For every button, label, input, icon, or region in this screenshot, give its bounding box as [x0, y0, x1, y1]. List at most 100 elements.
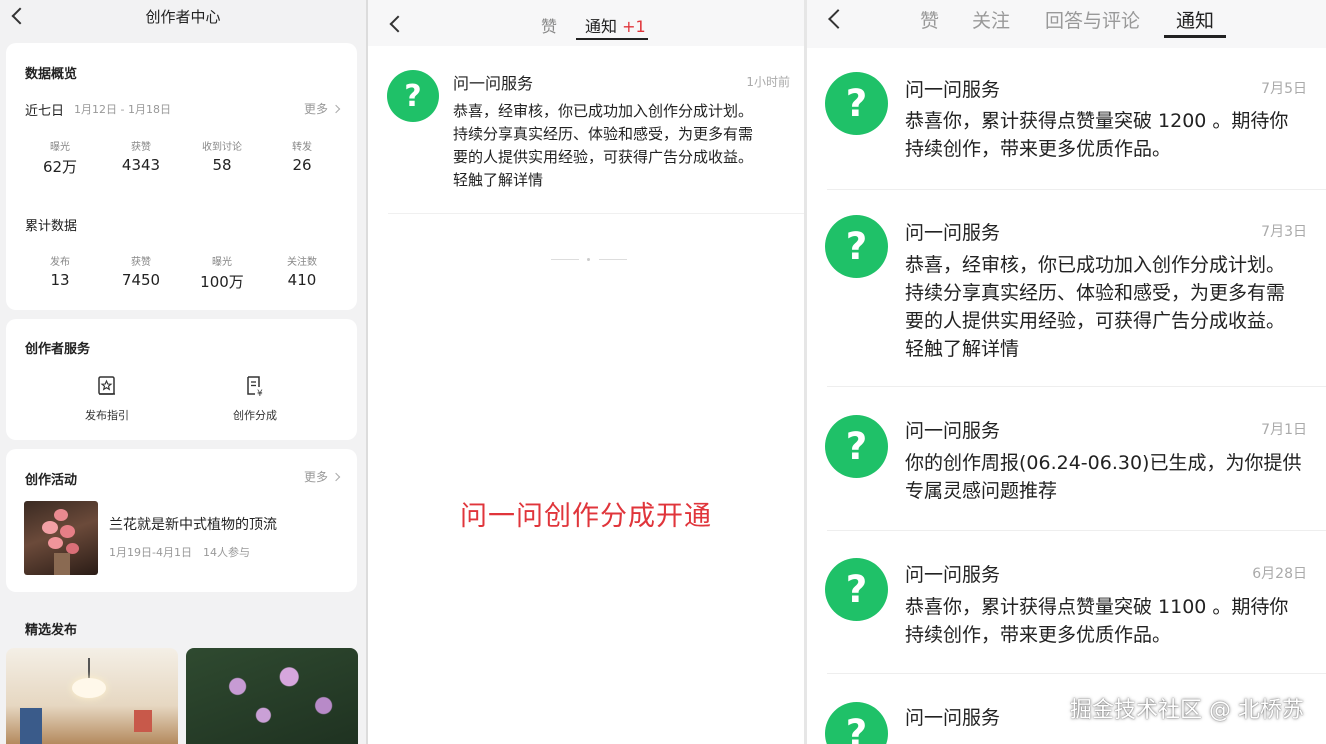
notification-sender: 问一问服务 [905, 564, 1001, 586]
notification-body: 恭喜你，累计获得点赞量突破 1100 。期待你 持续创作，带来更多优质作品。 [905, 593, 1315, 649]
stat-label: 曝光 [50, 142, 70, 153]
tab-bar: 赞 关注 回答与评论 通知 [807, 0, 1326, 48]
stat-value[interactable]: 410 [262, 271, 342, 289]
activity-heading: 创作活动 [25, 473, 78, 488]
tab-label: 通知 [585, 17, 618, 36]
stat-label: 曝光 [212, 257, 232, 268]
notification-body: 恭喜，经审核，你已成功加入创作分成计划。 持续分享真实经历、体验和感受，为更多有… [905, 251, 1315, 363]
back-arrow-icon[interactable] [828, 9, 848, 29]
stat-value[interactable]: 100万 [182, 271, 262, 292]
stat-value[interactable]: 7450 [101, 271, 181, 289]
services-heading: 创作者服务 [25, 342, 91, 357]
stat-label: 获赞 [131, 142, 151, 153]
chevron-right-icon [331, 104, 341, 114]
stat-value[interactable]: 13 [20, 271, 100, 289]
notification-time: 1小时前 [746, 75, 790, 89]
service-avatar: ? [825, 558, 888, 621]
overview-more-link[interactable]: 更多 [303, 100, 341, 117]
featured-heading: 精选发布 [25, 623, 78, 638]
publish-guide-button[interactable]: 发布指引 [62, 375, 152, 423]
stat-value[interactable]: 4343 [101, 156, 181, 174]
tab-notifications[interactable]: 通知 +1 [585, 13, 646, 37]
data-overview-card: 数据概览 近七日 1月12日 - 1月18日 更多 曝光 获赞 收到讨论 转发 … [6, 43, 357, 310]
notification-item[interactable]: ? 问一问服务 7月5日 恭喜你，累计获得点赞量突破 1200 。期待你 持续创… [807, 48, 1326, 190]
tab-likes[interactable]: 赞 [541, 13, 557, 37]
service-avatar: ? [825, 215, 888, 278]
tab-likes[interactable]: 赞 [920, 6, 939, 33]
notification-item[interactable]: ? 问一问服务 1小时前 恭喜，经审核，你已成功加入创作分成计划。 持续分享真实… [368, 46, 804, 214]
active-tab-indicator [576, 38, 648, 40]
notification-body: 你的创作周报(06.24-06.30)已生成，为你提供 专属灵感问题推荐 [905, 449, 1315, 505]
stat-label: 获赞 [131, 257, 151, 268]
body-line: 要的人提供实用经验，可获得广告分成收益。 [905, 310, 1286, 332]
body-line: 持续创作，带来更多优质作品。 [905, 138, 1172, 160]
question-mark-icon: ? [845, 82, 868, 125]
activity-participants: 14人参与 [203, 546, 250, 559]
notification-sender: 问一问服务 [453, 74, 534, 93]
body-line: 恭喜你，累计获得点赞量突破 1100 。期待你 [905, 596, 1289, 618]
watermark: 掘金技术社区 @ 北桥苏 [1070, 698, 1304, 723]
notification-sender: 问一问服务 [905, 420, 1001, 442]
total-heading: 累计数据 [25, 219, 78, 234]
notification-list-panel: 赞 关注 回答与评论 通知 ? 问一问服务 7月5日 恭喜你，累计获得点赞量突破… [807, 0, 1326, 744]
stat-label: 收到讨论 [202, 142, 242, 153]
back-arrow-icon[interactable] [389, 15, 407, 33]
period-range: 1月12日 - 1月18日 [74, 103, 171, 116]
page-title: 创作者中心 [145, 8, 221, 26]
tab-label: 赞 [541, 17, 558, 36]
notification-item[interactable]: ? 问一问服务 7月1日 你的创作周报(06.24-06.30)已生成，为你提供… [807, 387, 1326, 531]
notification-item[interactable]: ? 问一问服务 6月28日 恭喜你，累计获得点赞量突破 1100 。期待你 持续… [807, 531, 1326, 674]
notification-body: 恭喜你，累计获得点赞量突破 1200 。期待你 持续创作，带来更多优质作品。 [905, 107, 1315, 163]
stat-label: 发布 [50, 257, 70, 268]
chevron-right-icon [331, 472, 341, 482]
service-avatar: ? [825, 72, 888, 135]
body-line: 恭喜你，累计获得点赞量突破 1200 。期待你 [905, 110, 1289, 132]
body-line: 要的人提供实用经验，可获得广告分成收益。 [453, 148, 754, 166]
notification-body: 恭喜，经审核，你已成功加入创作分成计划。 持续分享真实经历、体验和感受，为更多有… [453, 100, 798, 192]
notification-sender: 问一问服务 [905, 79, 1001, 101]
featured-image-interior[interactable] [6, 648, 178, 744]
notification-panel: 赞 通知 +1 ? 问一问服务 1小时前 恭喜，经审核，你已成功加入创作分成计划… [368, 0, 804, 744]
revenue-share-label: 创作分成 [233, 409, 277, 422]
creator-center-panel: 创作者中心 数据概览 近七日 1月12日 - 1月18日 更多 曝光 获赞 收到… [0, 0, 366, 744]
question-mark-icon: ? [845, 225, 868, 268]
stat-label: 关注数 [287, 257, 317, 268]
body-line: 恭喜，经审核，你已成功加入创作分成计划。 [905, 254, 1286, 276]
revenue-share-icon: ¥ [247, 376, 263, 399]
question-mark-icon: ? [845, 712, 868, 744]
creator-services-card: 创作者服务 发布指引 ¥ 创作分成 [6, 319, 357, 440]
tab-notifications[interactable]: 通知 [1176, 6, 1214, 33]
creator-activity-card: 创作活动 更多 兰花就是新中式植物的顶流 1月19日-4月1日 14人参与 [6, 449, 357, 592]
caption-annotation: 问一问创作分成开通 [460, 501, 712, 532]
question-mark-icon: ? [404, 78, 422, 114]
stat-value[interactable]: 58 [182, 156, 262, 174]
service-avatar: ? [825, 415, 888, 478]
tab-answers-comments[interactable]: 回答与评论 [1045, 6, 1140, 33]
stat-value[interactable]: 62万 [20, 156, 100, 177]
body-line[interactable]: 轻触了解详情 [905, 335, 1315, 363]
activity-title[interactable]: 兰花就是新中式植物的顶流 [109, 514, 277, 534]
tab-bar: 赞 通知 +1 [368, 0, 804, 46]
separator [388, 213, 804, 214]
revenue-share-button[interactable]: ¥ 创作分成 [210, 375, 300, 423]
header: 创作者中心 [0, 0, 366, 32]
activity-more-link[interactable]: 更多 [304, 468, 341, 485]
notification-sender: 问一问服务 [905, 222, 1001, 244]
stat-value[interactable]: 26 [262, 156, 342, 174]
notification-date: 7月5日 [1261, 81, 1307, 97]
tab-follow[interactable]: 关注 [972, 6, 1010, 33]
featured-image-flowers[interactable] [186, 648, 358, 744]
active-tab-indicator [1164, 35, 1226, 38]
service-avatar: ? [387, 70, 439, 122]
activity-thumbnail[interactable] [24, 501, 98, 575]
overview-heading: 数据概览 [25, 67, 78, 82]
unread-badge: +1 [622, 17, 646, 36]
notification-item[interactable]: ? 问一问服务 7月3日 恭喜，经审核，你已成功加入创作分成计划。 持续分享真实… [807, 190, 1326, 387]
end-of-list-indicator [551, 258, 627, 261]
body-line[interactable]: 轻触了解详情 [453, 169, 798, 192]
publish-guide-label: 发布指引 [85, 409, 129, 422]
more-label: 更多 [303, 102, 328, 116]
stat-label: 转发 [292, 142, 312, 153]
body-line: 专属灵感问题推荐 [905, 480, 1058, 502]
body-line: 恭喜，经审核，你已成功加入创作分成计划。 [453, 102, 754, 120]
